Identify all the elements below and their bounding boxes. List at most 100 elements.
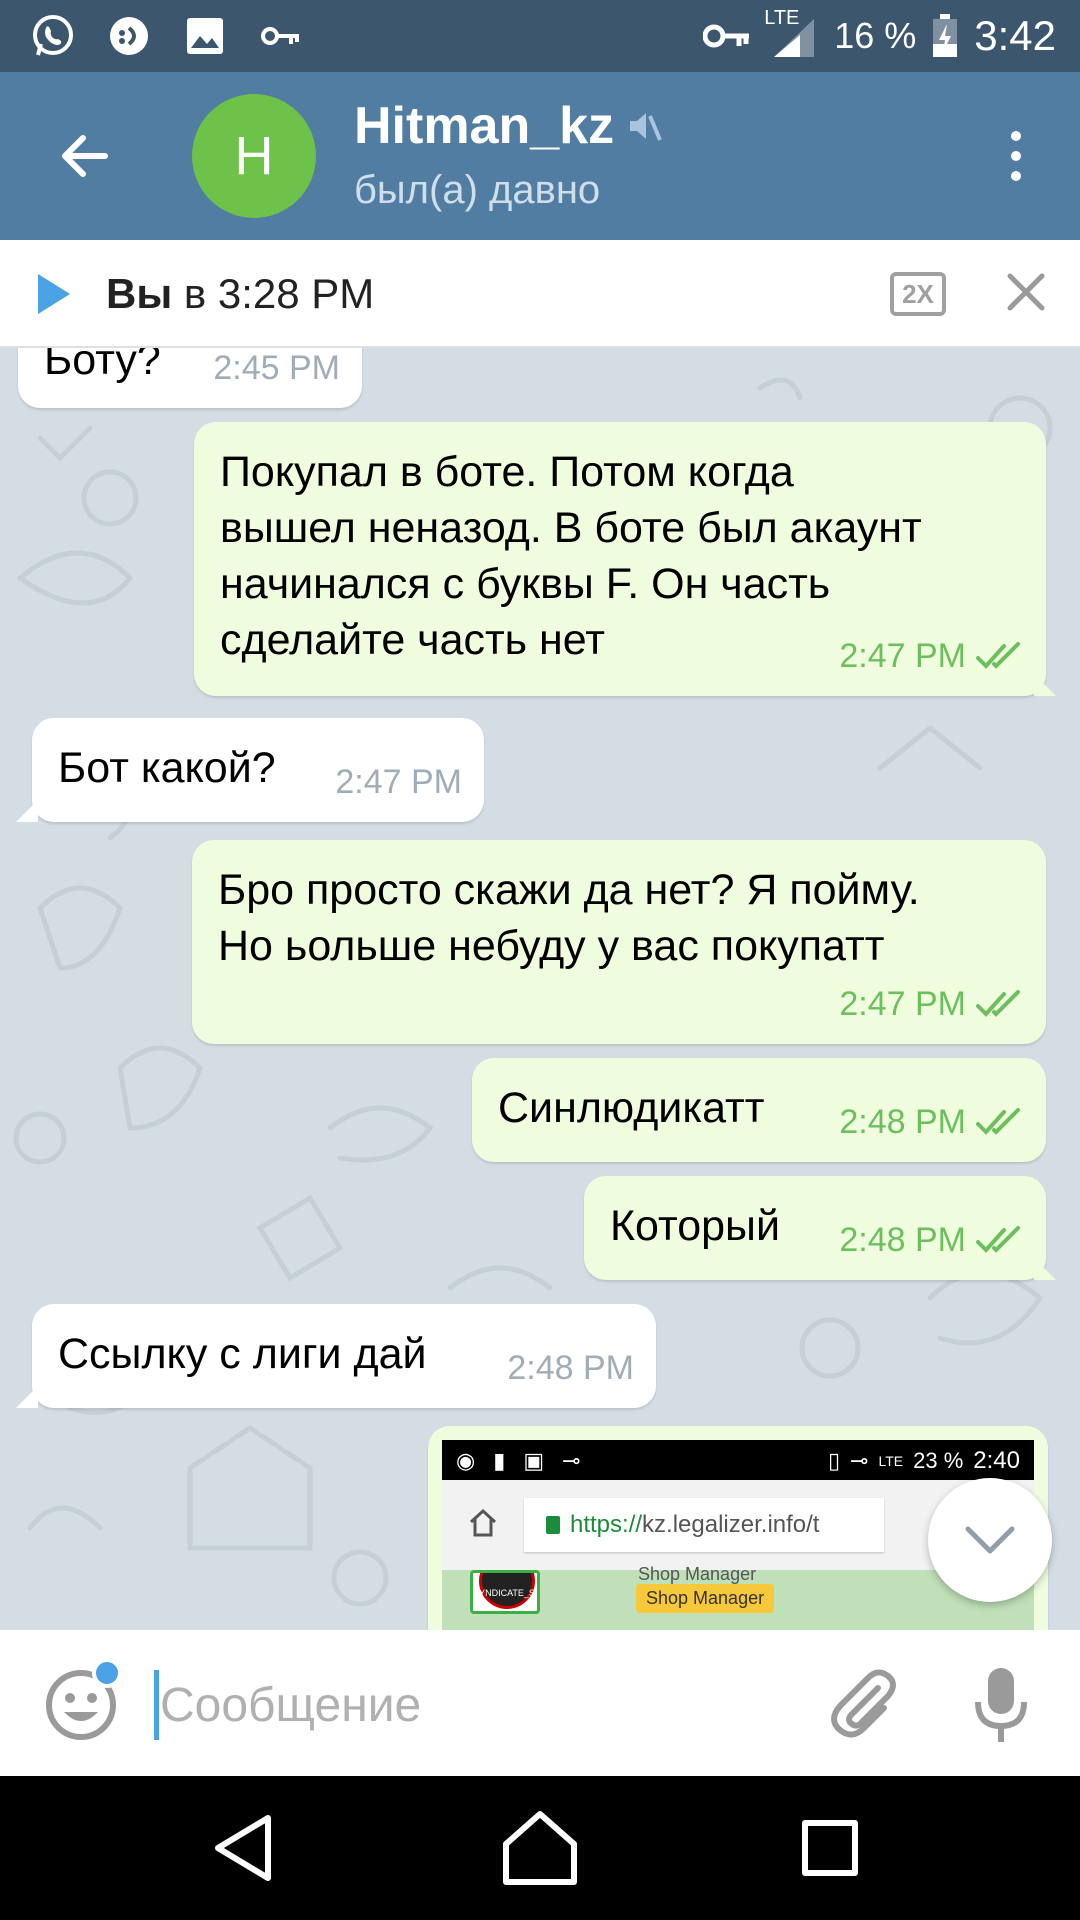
text-cursor — [154, 1670, 159, 1740]
message-text: Боту? — [44, 348, 161, 384]
whatsapp-icon — [28, 13, 78, 59]
contact-name: Hitman_kz — [354, 97, 615, 155]
play-icon[interactable] — [38, 274, 70, 314]
message-text: Ссылку с лиги дай — [58, 1330, 427, 1378]
message-text: Который — [610, 1202, 780, 1250]
close-icon — [1007, 273, 1045, 311]
message-bubble-outgoing[interactable]: Синлюдикатт 2:48 PM — [472, 1058, 1046, 1162]
message-bubble-outgoing[interactable]: Который 2:48 PM — [584, 1176, 1056, 1280]
status-bar: LTE 16 % 3:42 — [0, 0, 1080, 72]
chat-title[interactable]: Hitman_kz — [354, 96, 662, 156]
message-text: Бот какой? — [58, 744, 276, 792]
chat-header: H Hitman_kz был(а) давно — [0, 72, 1080, 240]
voice-record-button[interactable] — [970, 1666, 1032, 1746]
triangle-back-icon — [215, 1815, 271, 1881]
message-text: Синлюдикатт — [498, 1084, 765, 1132]
message-list[interactable]: Боту? 2:45 PM Покупал в боте. Потом когд… — [0, 348, 1080, 1630]
player-info: Вы в 3:28 PM — [106, 270, 374, 318]
message-time: 2:47 PM — [839, 985, 966, 1023]
signal-lte-icon: LTE — [764, 7, 820, 59]
message-composer — [0, 1630, 1080, 1776]
home-icon — [469, 1508, 497, 1537]
emoji-badge-dot — [92, 1658, 122, 1688]
arrow-left-icon — [62, 135, 108, 177]
notification-icon: ◉ — [456, 1448, 476, 1473]
screenshot-label: Shop Manager — [638, 1564, 757, 1584]
message-input[interactable] — [160, 1668, 800, 1742]
url-rest: kz.legalizer.info/t — [642, 1511, 820, 1538]
message-bubble-incoming[interactable]: Ссылку с лиги дай 2:48 PM — [16, 1304, 656, 1408]
screenshot-status-icons: ◉ ▮ ▣ ⊸ — [456, 1448, 581, 1474]
message-meta: 2:48 PM — [839, 1212, 1024, 1268]
avatar-letter: H — [234, 126, 274, 186]
close-player-button[interactable] — [1004, 270, 1048, 314]
message-meta: 2:47 PM — [839, 976, 1024, 1032]
network-type: LTE — [764, 7, 800, 29]
message-bubble-incoming[interactable]: Бот какой? 2:47 PM — [16, 718, 484, 822]
playback-speed-button[interactable]: 2X — [890, 272, 946, 316]
image-icon — [180, 13, 230, 59]
message-meta: 2:47 PM — [839, 628, 1024, 684]
message-meta: 2:45 PM — [213, 348, 340, 396]
nav-recents-button[interactable] — [802, 1820, 858, 1876]
read-ticks-icon — [976, 642, 1020, 669]
vpn-key-icon — [256, 13, 306, 59]
more-menu-button[interactable] — [996, 120, 1036, 192]
message-time: 2:45 PM — [213, 349, 340, 387]
screenshot-url-box: https://kz.legalizer.info/t — [524, 1498, 884, 1552]
status-bar-system: LTE 16 % 3:42 — [702, 7, 1056, 60]
audio-player-bar[interactable]: Вы в 3:28 PM 2X — [0, 240, 1080, 348]
microphone-icon — [975, 1668, 1027, 1742]
screenshot-battery: 23 % — [913, 1448, 964, 1473]
message-time: 2:48 PM — [839, 1103, 966, 1141]
paperclip-icon — [831, 1669, 896, 1738]
player-time: в 3:28 PM — [172, 270, 375, 317]
message-meta: 2:47 PM — [335, 754, 462, 810]
vpn-key-icon: ⊸ — [850, 1448, 869, 1473]
alert-icon: ▮ — [493, 1448, 506, 1473]
screenshot-network: LTE — [878, 1453, 904, 1469]
message-time: 2:48 PM — [839, 1221, 966, 1259]
attach-button[interactable] — [826, 1666, 902, 1742]
vpn-key-icon — [702, 13, 752, 59]
player-sender: Вы — [106, 270, 173, 317]
vpn-key-icon: ⊸ — [562, 1448, 581, 1473]
message-time: 2:47 PM — [335, 763, 462, 801]
message-text: Покупал в боте. Потом когда вышел неназо… — [220, 448, 922, 664]
lock-icon — [546, 1516, 560, 1534]
battery-charging-icon — [930, 13, 960, 59]
message-bubble-outgoing[interactable]: Бро просто скажи да нет? Я пойму. Но ьол… — [192, 840, 1046, 1044]
back-button[interactable] — [44, 120, 124, 192]
screenshot-time: 2:40 — [973, 1447, 1020, 1474]
battery-percent: 16 % — [834, 15, 917, 56]
message-bubble-outgoing[interactable]: Покупал в боте. Потом когда вышел неназо… — [194, 422, 1056, 696]
message-meta: 2:48 PM — [839, 1094, 1024, 1150]
url-scheme: https:// — [570, 1511, 643, 1538]
more-vert-icon — [1011, 131, 1021, 141]
nav-back-button[interactable] — [212, 1812, 276, 1884]
read-ticks-icon — [976, 1226, 1020, 1253]
status-bar-notifications — [28, 12, 306, 60]
message-bubble-incoming[interactable]: Боту? 2:45 PM — [18, 348, 362, 408]
vibrate-icon: ▯ — [827, 1448, 841, 1473]
syndicate-logo: YNDICATE_S — [470, 1570, 540, 1614]
home-icon — [503, 1811, 577, 1885]
message-time: 2:47 PM — [839, 637, 966, 675]
screenshot-status-bar: ◉ ▮ ▣ ⊸ ▯ ⊸ LTE 23 % 2:40 — [442, 1440, 1034, 1480]
system-navigation-bar — [0, 1776, 1080, 1920]
message-time: 2:48 PM — [507, 1349, 634, 1387]
read-ticks-icon — [976, 990, 1020, 1017]
screenshot-badge: Shop Manager — [636, 1584, 775, 1613]
clock: 3:42 — [974, 12, 1056, 59]
scroll-to-bottom-button[interactable] — [928, 1478, 1052, 1602]
nav-home-button[interactable] — [500, 1810, 580, 1886]
message-text: Бро просто скажи да нет? Я пойму. Но ьол… — [218, 866, 920, 970]
last-seen-status: был(а) давно — [354, 168, 601, 212]
chevron-down-icon — [965, 1526, 1015, 1554]
read-ticks-icon — [976, 1108, 1020, 1135]
avatar[interactable]: H — [192, 94, 316, 218]
notification-icon — [104, 13, 154, 59]
message-meta: 2:48 PM — [507, 1340, 634, 1396]
image-icon: ▣ — [523, 1448, 545, 1473]
muted-icon — [630, 113, 662, 141]
